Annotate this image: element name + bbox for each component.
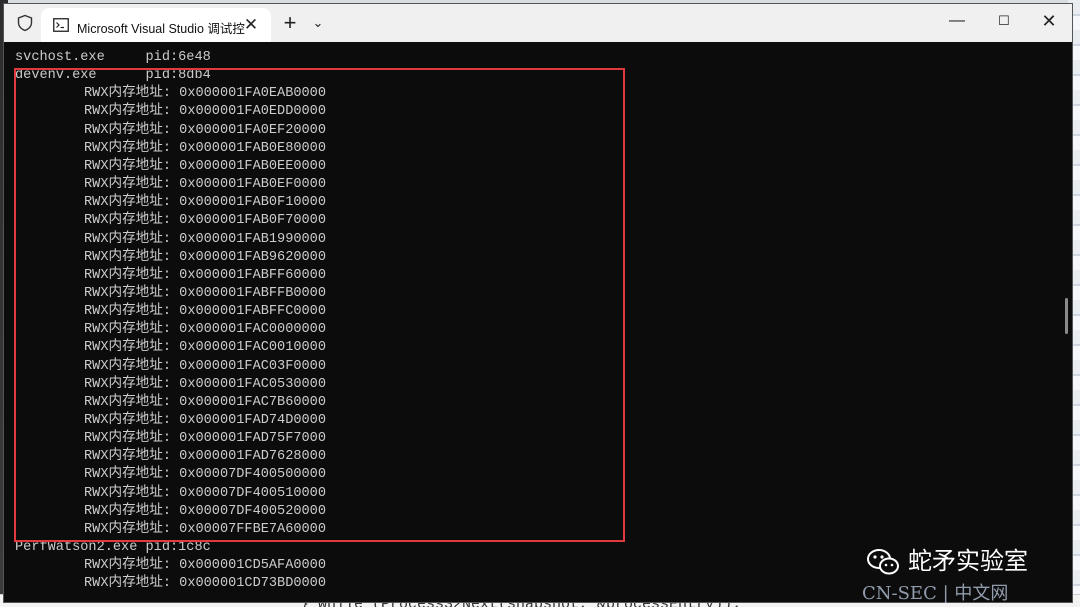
rwx-address-line: RWX内存地址: 0x000001CD73BD0000 [84,576,326,592]
new-tab-button[interactable]: + [279,12,301,34]
process-line: svchost.exe pid:6e48 [15,50,211,65]
tab-debug-console[interactable]: Microsoft Visual Studio 调试控 ✕ [41,8,271,42]
terminal-window: Microsoft Visual Studio 调试控 ✕ + ⌄ — ☐ ✕ … [4,4,1072,604]
shield-icon [16,14,34,32]
scrollbar[interactable] [1062,42,1072,602]
maximize-button[interactable]: ☐ [981,4,1027,38]
watermark-brand-text: 蛇矛实验室 [908,547,1028,575]
highlight-box [14,68,625,542]
watermark-site: CN-SEC | 中文网 [862,583,1009,604]
scrollbar-thumb[interactable] [1065,298,1068,334]
rwx-address-line: RWX内存地址: 0x000001CD5AFA0000 [84,558,326,574]
title-bar: Microsoft Visual Studio 调试控 ✕ + ⌄ — ☐ ✕ [4,4,1072,42]
tab-close-button[interactable]: ✕ [241,15,261,35]
terminal-icon [53,18,69,32]
tab-title: Microsoft Visual Studio 调试控 [77,22,245,36]
watermark-brand: 蛇矛实验室 [866,544,1028,578]
tab-dropdown-button[interactable]: ⌄ [308,12,328,34]
minimize-button[interactable]: — [934,4,980,38]
wechat-icon [866,547,900,577]
close-button[interactable]: ✕ [1026,4,1072,38]
